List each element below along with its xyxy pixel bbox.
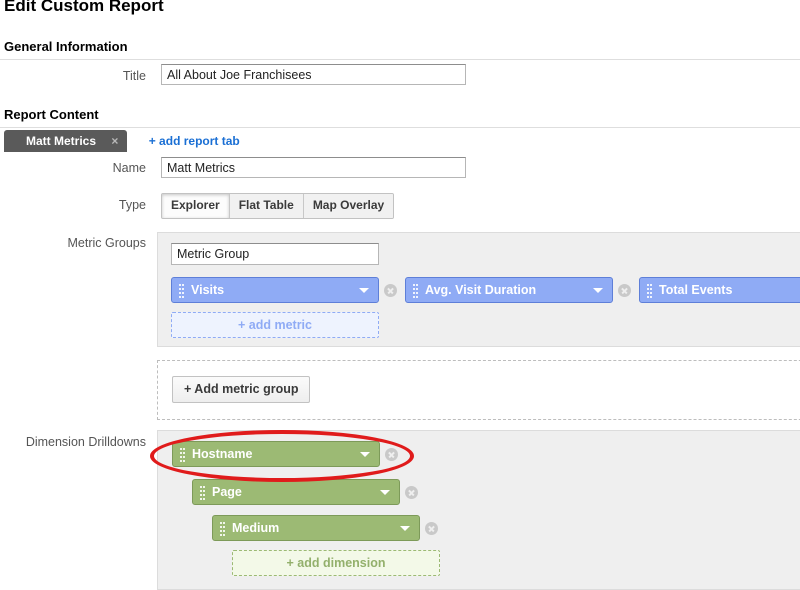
close-icon[interactable]: × — [111, 134, 118, 148]
type-option-explorer[interactable]: Explorer — [162, 194, 230, 218]
drag-handle-icon[interactable] — [413, 284, 418, 297]
divider-content — [0, 127, 800, 128]
drag-handle-icon[interactable] — [200, 486, 205, 499]
dimension-pill-label: Hostname — [192, 442, 252, 466]
page-title: Edit Custom Report — [4, 0, 164, 16]
remove-dimension-medium-button[interactable] — [425, 522, 438, 535]
report-content-heading: Report Content — [4, 107, 99, 122]
metric-pill-total-events[interactable]: Total Events — [639, 277, 800, 303]
type-option-map-overlay[interactable]: Map Overlay — [304, 194, 393, 218]
report-type-label: Type — [0, 198, 146, 212]
dimension-pill-medium[interactable]: Medium — [212, 515, 420, 541]
general-information-heading: General Information — [4, 39, 128, 54]
remove-metric-visits-button[interactable] — [384, 284, 397, 297]
metric-groups-label: Metric Groups — [0, 236, 146, 250]
dimension-pill-label: Medium — [232, 516, 279, 540]
dimension-pill-label: Page — [212, 480, 242, 504]
report-tab-label: Matt Metrics — [26, 134, 96, 148]
chevron-down-icon[interactable] — [593, 288, 603, 293]
chevron-down-icon[interactable] — [380, 490, 390, 495]
add-report-tab-link[interactable]: + add report tab — [149, 130, 240, 152]
metric-pill-label: Avg. Visit Duration — [425, 278, 536, 302]
dimension-pill-hostname[interactable]: Hostname — [172, 441, 380, 467]
add-metric-group-button[interactable]: + Add metric group — [172, 376, 310, 403]
metric-group-name-input[interactable] — [171, 243, 379, 265]
metric-pill-visits[interactable]: Visits — [171, 277, 379, 303]
add-dimension-button[interactable]: + add dimension — [232, 550, 440, 576]
drag-handle-icon[interactable] — [647, 284, 652, 297]
remove-dimension-hostname-button[interactable] — [385, 448, 398, 461]
remove-metric-avg-visit-duration-button[interactable] — [618, 284, 631, 297]
drag-handle-icon[interactable] — [220, 522, 225, 535]
report-tab-strip: Matt Metrics × + add report tab — [4, 130, 240, 152]
add-metric-button[interactable]: + add metric — [171, 312, 379, 338]
report-type-segmented-control: Explorer Flat Table Map Overlay — [161, 193, 394, 219]
chevron-down-icon[interactable] — [359, 288, 369, 293]
dimension-pill-page[interactable]: Page — [192, 479, 400, 505]
metric-pill-label: Total Events — [659, 278, 732, 302]
type-option-flat-table[interactable]: Flat Table — [230, 194, 304, 218]
tab-name-label: Name — [0, 161, 146, 175]
drag-handle-icon[interactable] — [179, 284, 184, 297]
report-tab-matt-metrics[interactable]: Matt Metrics × — [4, 130, 127, 152]
dimension-drilldowns-label: Dimension Drilldowns — [0, 435, 146, 449]
report-title-input[interactable] — [161, 64, 466, 85]
tab-name-input[interactable] — [161, 157, 466, 178]
drag-handle-icon[interactable] — [180, 448, 185, 461]
chevron-down-icon[interactable] — [400, 526, 410, 531]
metric-pill-label: Visits — [191, 278, 224, 302]
metric-pill-avg-visit-duration[interactable]: Avg. Visit Duration — [405, 277, 613, 303]
chevron-down-icon[interactable] — [360, 452, 370, 457]
remove-dimension-page-button[interactable] — [405, 486, 418, 499]
divider-general — [0, 59, 800, 60]
title-label: Title — [0, 69, 146, 83]
